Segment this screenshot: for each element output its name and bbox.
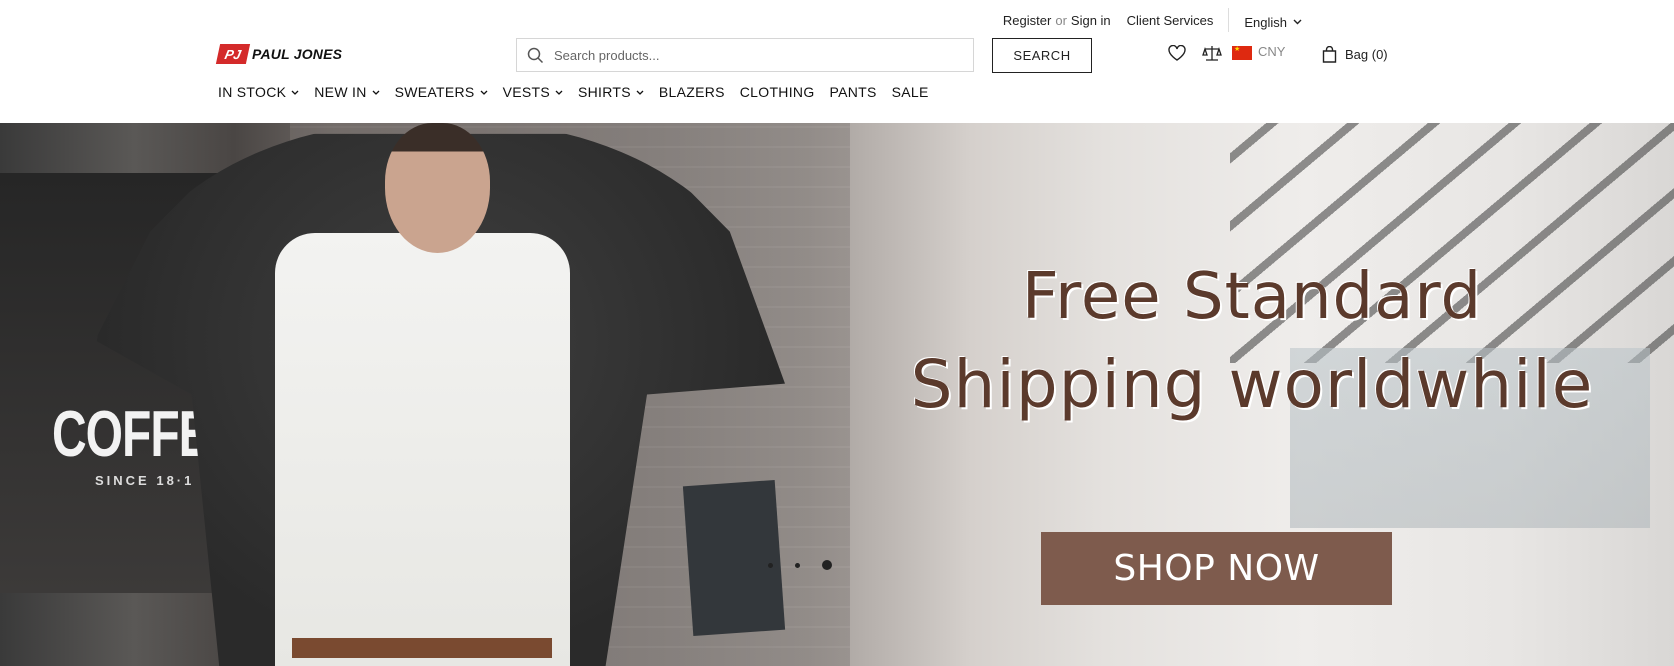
nav-item-new-in[interactable]: NEW IN	[314, 84, 380, 100]
search-input[interactable]	[552, 46, 956, 64]
bag-link[interactable]: Bag (0)	[1322, 46, 1388, 63]
model-head	[385, 123, 490, 253]
chevron-down-icon	[636, 90, 644, 95]
nav-item-clothing[interactable]: CLOTHING	[740, 84, 815, 100]
search-icon	[527, 47, 544, 63]
model-belt	[292, 638, 552, 658]
headline-line-1: Free Standard	[1021, 260, 1483, 334]
search-box	[516, 38, 974, 72]
chevron-down-icon	[372, 90, 380, 95]
nav-label: NEW IN	[314, 84, 367, 100]
nav-label: IN STOCK	[218, 84, 287, 100]
nav-item-in-stock[interactable]: IN STOCK	[218, 84, 299, 100]
search-button[interactable]: SEARCH	[992, 38, 1092, 73]
utility-icons: CNY	[1168, 44, 1285, 62]
shop-now-button[interactable]: SHOP NOW	[1041, 532, 1392, 605]
bag-icon	[1322, 46, 1337, 63]
sandwich-board	[682, 479, 786, 637]
nav-item-vests[interactable]: VESTS	[503, 84, 563, 100]
chevron-down-icon	[555, 90, 563, 95]
or-separator: or	[1055, 12, 1067, 28]
china-flag-icon[interactable]	[1232, 45, 1252, 60]
bag-label: Bag (0)	[1345, 47, 1388, 62]
nav-item-shirts[interactable]: SHIRTS	[578, 84, 644, 100]
client-services-link[interactable]: Client Services	[1127, 13, 1214, 28]
heart-icon[interactable]	[1168, 45, 1186, 61]
nav-label: PANTS	[829, 84, 877, 100]
logo-mark: PJ	[215, 44, 251, 64]
chevron-down-icon	[291, 90, 299, 95]
main-nav: IN STOCK NEW IN SWEATERS VESTS SHIRTS BL…	[218, 84, 944, 100]
model-tshirt	[275, 233, 570, 666]
carousel-dots	[768, 560, 832, 570]
nav-item-blazers[interactable]: BLAZERS	[659, 84, 725, 100]
currency-label[interactable]: CNY	[1258, 44, 1285, 59]
top-bar: Register or Sign in Client Services Engl…	[1003, 8, 1302, 32]
nav-label: SALE	[891, 84, 929, 100]
language-selector[interactable]: English	[1244, 15, 1302, 30]
brand-logo[interactable]: PJ PAUL JONES	[215, 44, 343, 64]
logo-text: PAUL JONES	[252, 46, 343, 62]
hero-headline: Free Standard Shipping worldwhile	[842, 253, 1662, 429]
hero-banner[interactable]: COFFEE SHOP SINCE 18·1 Free Standard Shi…	[0, 123, 1674, 666]
language-label: English	[1244, 14, 1287, 30]
nav-label: SWEATERS	[394, 84, 475, 100]
carousel-dot-3[interactable]	[822, 560, 832, 570]
register-link[interactable]: Register	[1003, 13, 1051, 28]
headline-line-2: Shipping worldwhile	[910, 346, 1594, 423]
compare-icon[interactable]	[1202, 44, 1222, 62]
nav-item-pants[interactable]: PANTS	[830, 84, 877, 100]
carousel-dot-1[interactable]	[768, 562, 773, 568]
nav-label: SHIRTS	[577, 84, 631, 100]
sign-in-link[interactable]: Sign in	[1071, 13, 1111, 28]
nav-label: BLAZERS	[658, 84, 725, 100]
coffee-shop-since: SINCE 18·1	[95, 473, 195, 488]
nav-item-sale[interactable]: SALE	[892, 84, 929, 100]
nav-item-sweaters[interactable]: SWEATERS	[395, 84, 488, 100]
chevron-down-icon	[480, 90, 488, 95]
site-header: Register or Sign in Client Services Engl…	[0, 0, 1674, 123]
carousel-dot-2[interactable]	[795, 562, 800, 568]
nav-label: VESTS	[502, 84, 550, 100]
divider	[1228, 8, 1230, 32]
nav-label: CLOTHING	[739, 84, 815, 100]
chevron-down-icon	[1293, 19, 1302, 25]
